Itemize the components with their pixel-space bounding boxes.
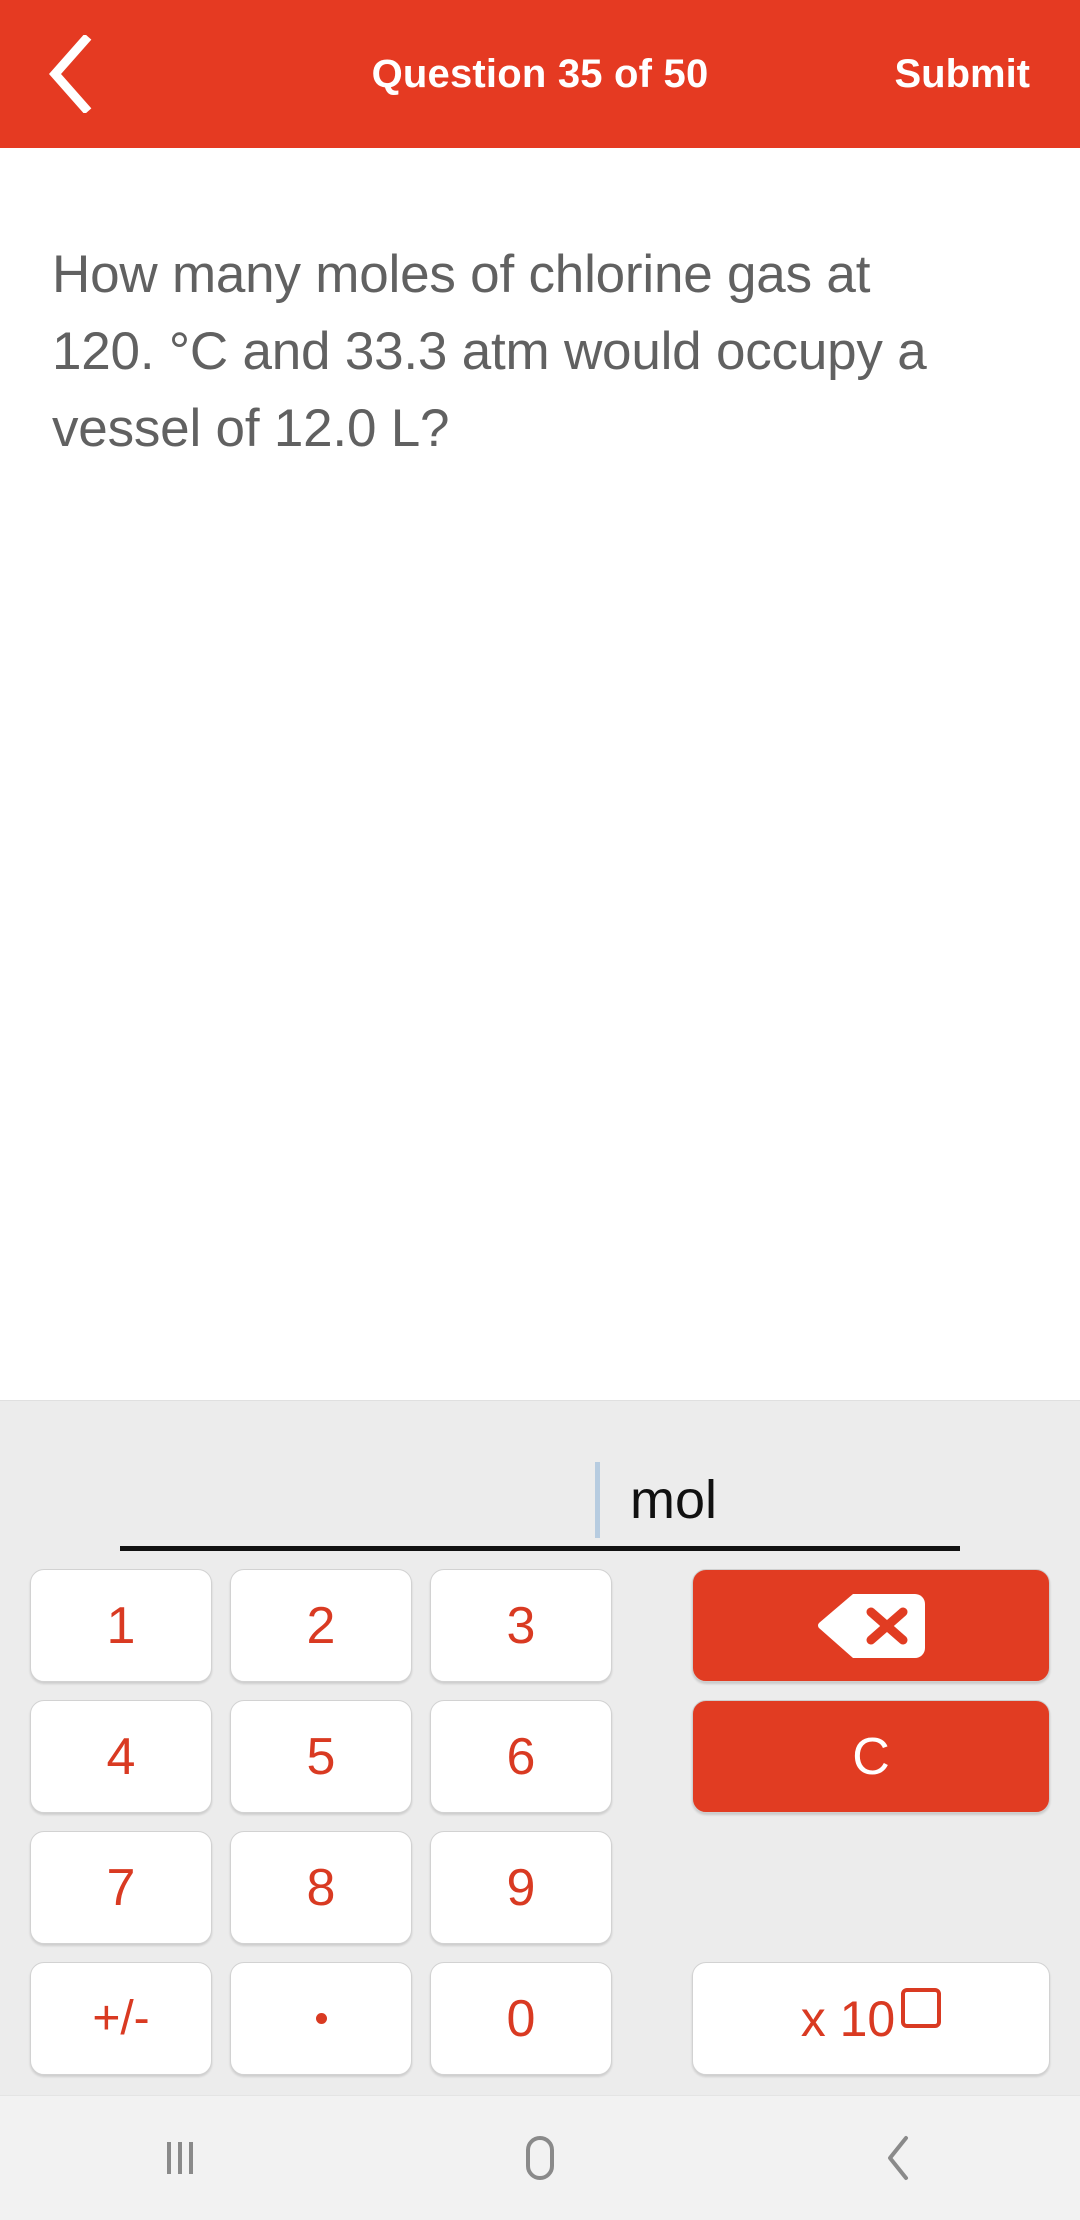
key-decimal[interactable] bbox=[230, 1962, 412, 2075]
number-keypad: 1 2 3 4 5 6 7 8 9 +/- 0 bbox=[30, 1569, 612, 2075]
key-7[interactable]: 7 bbox=[30, 1831, 212, 1944]
nav-home-button[interactable] bbox=[440, 2096, 640, 2220]
answer-value bbox=[120, 1469, 595, 1531]
key-5[interactable]: 5 bbox=[230, 1700, 412, 1813]
key-2[interactable]: 2 bbox=[230, 1569, 412, 1682]
key-1[interactable]: 1 bbox=[30, 1569, 212, 1682]
app-header: Question 35 of 50 Submit bbox=[0, 0, 1080, 148]
key-label: +/- bbox=[92, 1992, 150, 2045]
exponent-placeholder-box bbox=[901, 1987, 942, 2028]
key-plus-minus[interactable]: +/- bbox=[30, 1962, 212, 2075]
key-label: x 10 bbox=[800, 1990, 896, 2047]
answer-input-field[interactable]: mol bbox=[120, 1455, 960, 1551]
key-backspace[interactable] bbox=[692, 1569, 1050, 1682]
scientific-key-content: x 10 bbox=[800, 1987, 942, 2048]
key-scientific-notation[interactable]: x 10 bbox=[692, 1962, 1050, 2075]
nav-recents-button[interactable] bbox=[80, 2096, 280, 2220]
action-keypad-spacer bbox=[692, 1831, 1050, 1944]
key-label: 1 bbox=[106, 1596, 136, 1655]
key-label: 2 bbox=[306, 1596, 336, 1655]
key-label: 5 bbox=[306, 1727, 336, 1786]
question-text: How many moles of chlorine gas at 120. °… bbox=[52, 245, 927, 458]
key-3[interactable]: 3 bbox=[430, 1569, 612, 1682]
question-area: How many moles of chlorine gas at 120. °… bbox=[0, 148, 1080, 1400]
system-nav-bar bbox=[0, 2095, 1080, 2220]
key-label: 7 bbox=[106, 1858, 136, 1917]
key-label: 6 bbox=[506, 1727, 536, 1786]
action-keypad: C x 10 bbox=[612, 1569, 1050, 2075]
back-icon bbox=[888, 2136, 908, 2180]
key-0[interactable]: 0 bbox=[430, 1962, 612, 2075]
key-6[interactable]: 6 bbox=[430, 1700, 612, 1813]
recents-icon bbox=[167, 2142, 193, 2174]
key-9[interactable]: 9 bbox=[430, 1831, 612, 1944]
key-label: 9 bbox=[506, 1858, 536, 1917]
key-8[interactable]: 8 bbox=[230, 1831, 412, 1944]
answer-unit-label: mol bbox=[630, 1469, 718, 1530]
home-icon bbox=[526, 2136, 554, 2180]
keypad-panel: mol 1 2 3 4 5 6 7 8 9 +/- 0 C x 10 bbox=[0, 1400, 1080, 2095]
key-label: 4 bbox=[106, 1727, 136, 1786]
header-back-button[interactable] bbox=[0, 0, 140, 148]
chevron-left-icon bbox=[48, 35, 92, 113]
nav-back-button[interactable] bbox=[800, 2096, 1000, 2220]
keys-wrapper: 1 2 3 4 5 6 7 8 9 +/- 0 C x 10 bbox=[0, 1551, 1080, 2075]
decimal-dot-icon bbox=[315, 2013, 327, 2024]
key-label: 0 bbox=[506, 1989, 536, 2048]
key-4[interactable]: 4 bbox=[30, 1700, 212, 1813]
backspace-icon bbox=[818, 1593, 925, 1658]
app-root: Question 35 of 50 Submit How many moles … bbox=[0, 0, 1080, 2220]
answer-row: mol bbox=[0, 1401, 1080, 1551]
submit-button[interactable]: Submit bbox=[874, 0, 1050, 148]
key-label: C bbox=[852, 1727, 890, 1786]
key-label: 8 bbox=[306, 1858, 336, 1917]
key-clear[interactable]: C bbox=[692, 1700, 1050, 1813]
key-label: 3 bbox=[506, 1596, 536, 1655]
